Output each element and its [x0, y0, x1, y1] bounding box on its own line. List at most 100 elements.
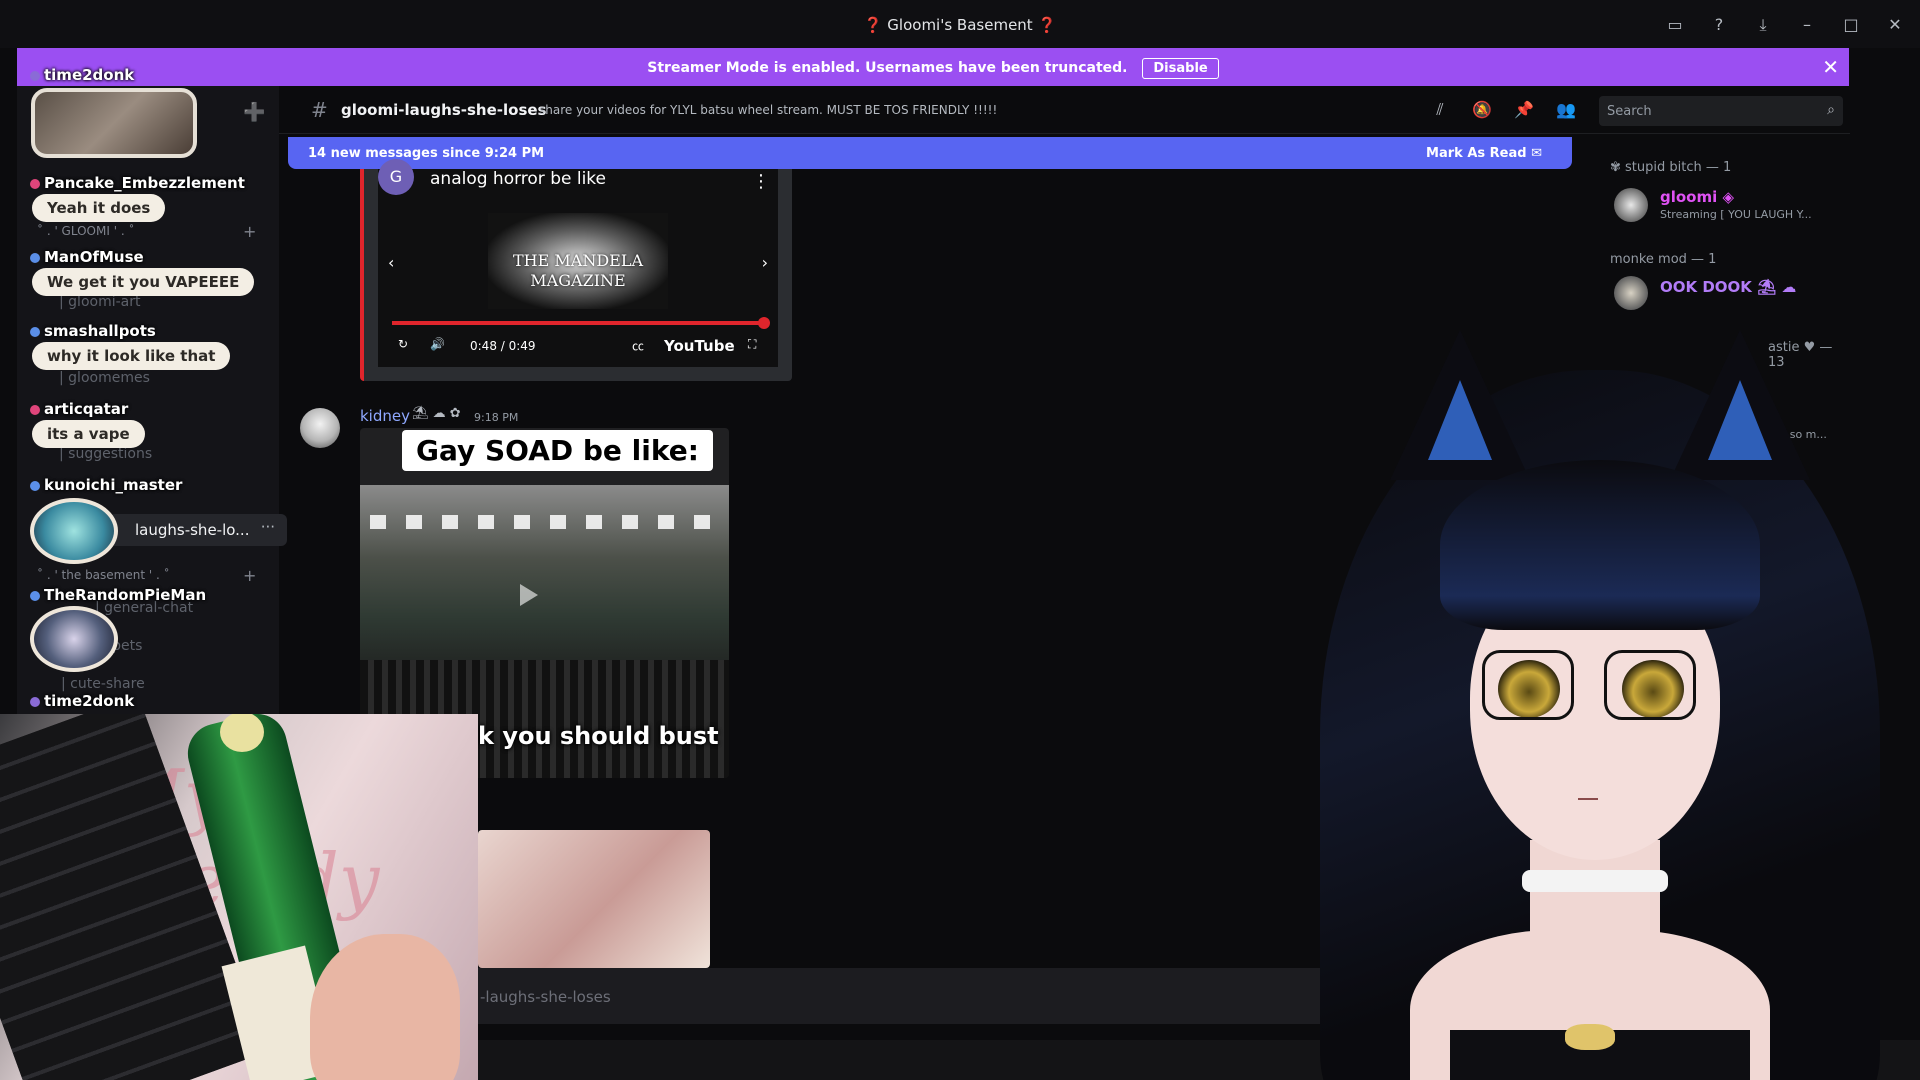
channel-header: # gloomi-laughs-she-loses share your vid…: [279, 86, 1850, 134]
maximize-icon[interactable]: □: [1840, 14, 1862, 36]
channel-cute-share[interactable]: | cute-share: [61, 676, 145, 692]
member-list-icon[interactable]: 👥: [1555, 99, 1577, 121]
channel-gloomemes[interactable]: | gloomemes: [59, 370, 150, 386]
glasses-left: [1482, 650, 1574, 720]
search-placeholder: Search: [1607, 104, 1652, 119]
app-root: ❓ Gloomi's Basement ❓ ▭ ? ⤓ – □ ✕ Stream…: [0, 0, 1920, 1080]
channel-topic[interactable]: share your videos for YLYL batsu wheel s…: [539, 103, 997, 117]
chat-user: smashallpots: [30, 322, 156, 340]
message-timestamp: 9:18 PM: [474, 411, 519, 424]
mouth: [1578, 792, 1598, 800]
titlebar-controls: ▭ ? ⤓ – □ ✕: [1664, 14, 1906, 36]
chat-badge-icon: [30, 179, 40, 189]
window-title: ❓ Gloomi's Basement ❓: [863, 16, 1057, 34]
hashtag-icon: #: [311, 98, 328, 122]
header-toolbar: ⫽ 🔕 📌 👥: [1429, 99, 1577, 121]
invite-icon[interactable]: ➕: [243, 102, 265, 123]
server-banner: [31, 88, 197, 158]
choker: [1522, 870, 1668, 892]
help-icon[interactable]: ?: [1708, 14, 1730, 36]
replay-icon[interactable]: ↻: [398, 337, 408, 351]
member-status: Streaming [ YOU LAUGH Y...: [1660, 208, 1812, 221]
chat-bubble: We get it you VAPEEEE: [32, 268, 255, 296]
disable-streamer-mode-button[interactable]: Disable: [1142, 58, 1219, 79]
mark-read-icon: ✉: [1531, 146, 1542, 161]
search-input[interactable]: Search ⌕: [1599, 96, 1843, 126]
minimize-icon[interactable]: –: [1796, 14, 1818, 36]
chat-badge-icon: [30, 591, 40, 601]
chat-user: Pancake_Embezzlement: [30, 174, 245, 192]
member-name[interactable]: OOK DOOK ⛱ ☁: [1660, 278, 1796, 296]
create-channel-icon-2[interactable]: +: [243, 566, 256, 585]
cat-ear-inner-right: [1708, 380, 1772, 460]
inbox-icon[interactable]: ▭: [1664, 14, 1686, 36]
video-time: 0:48 / 0:49: [470, 339, 536, 353]
category-basement[interactable]: ˚ . ' the basement ' . ˚: [37, 568, 170, 582]
bow: [1565, 1024, 1615, 1050]
new-messages-text: 14 new messages since 9:24 PM: [308, 146, 545, 161]
chat-user: time2donk: [30, 692, 134, 710]
member-avatar[interactable]: [1614, 276, 1648, 310]
chat-bubble: why it look like that: [32, 342, 231, 370]
create-channel-icon[interactable]: +: [243, 222, 256, 241]
streamer-mode-banner: Streamer Mode is enabled. Usernames have…: [17, 48, 1849, 86]
new-messages-bar[interactable]: 14 new messages since 9:24 PM Mark As Re…: [288, 137, 1572, 169]
channel-active[interactable]: laughs-she-lo... ···: [109, 514, 287, 546]
video-overlay-title: THE MANDELA MAGAZINE: [512, 251, 643, 290]
image-attachment[interactable]: [478, 830, 710, 968]
member-name[interactable]: gloomi ◈: [1660, 188, 1734, 206]
chat-badge-icon: [30, 71, 40, 81]
threads-icon[interactable]: ⫽: [1429, 99, 1451, 121]
chat-avatar: [30, 498, 118, 564]
cat-ear-inner-left: [1428, 380, 1492, 460]
youtube-logo[interactable]: YouTube: [664, 337, 735, 355]
bangs: [1440, 460, 1760, 630]
category-gloomi[interactable]: ˚ . ' GLOOMI ' . ˚: [37, 224, 134, 238]
nitro-gem-icon: ◈: [1722, 188, 1735, 206]
youtube-embed: THE MANDELA MAGAZINE ‹ › ↻ 🔊 0:48 / 0:49…: [360, 159, 792, 381]
chat-avatar: [30, 606, 118, 672]
author-badges-icon: ⛱ ☁ ✿: [412, 406, 461, 421]
chat-user: time2donk: [30, 66, 134, 84]
mark-as-read-button[interactable]: Mark As Read ✉: [1426, 146, 1542, 161]
captions-icon[interactable]: ㏄: [632, 337, 644, 354]
search-icon: ⌕: [1827, 102, 1835, 118]
banner-message: Streamer Mode is enabled. Usernames have…: [647, 60, 1128, 76]
notifications-muted-icon[interactable]: 🔕: [1471, 99, 1493, 121]
member-group-title: ✾ stupid bitch — 1: [1610, 160, 1732, 175]
chat-badge-icon: [30, 253, 40, 263]
video-player[interactable]: THE MANDELA MAGAZINE ‹ › ↻ 🔊 0:48 / 0:49…: [378, 169, 778, 367]
vtuber-avatar: [1260, 330, 1920, 1080]
video-channel-avatar[interactable]: G: [378, 159, 414, 195]
channel-gloomi-art[interactable]: | gloomi-art: [59, 294, 140, 310]
member-avatar[interactable]: [1614, 188, 1648, 222]
fullscreen-icon[interactable]: ⛶: [748, 337, 756, 352]
video-title[interactable]: analog horror be like: [430, 169, 606, 189]
download-icon[interactable]: ⤓: [1752, 14, 1774, 36]
video-progress-knob[interactable]: [758, 317, 770, 329]
glasses-right: [1604, 650, 1696, 720]
role-icon: ✾: [1610, 160, 1626, 175]
chat-user: kunoichi_master: [30, 476, 182, 494]
message-author[interactable]: kidney: [360, 407, 410, 425]
channel-more-icon[interactable]: ···: [261, 518, 275, 536]
chat-badge-icon: [30, 697, 40, 707]
active-channel-label: laughs-she-lo...: [135, 521, 250, 539]
previous-icon[interactable]: ‹: [388, 253, 394, 272]
member-group-title: monke mod — 1: [1610, 252, 1717, 267]
video-more-icon[interactable]: ⋮: [752, 171, 770, 192]
chat-badge-icon: [30, 481, 40, 491]
play-icon[interactable]: [520, 584, 538, 606]
channel-suggestions[interactable]: | suggestions: [59, 446, 152, 462]
banner-message-row: Streamer Mode is enabled. Usernames have…: [17, 58, 1849, 79]
chat-badge-icon: [30, 405, 40, 415]
chat-user: TheRandomPieMan: [30, 586, 206, 604]
volume-icon[interactable]: 🔊: [430, 337, 445, 351]
member-badges-icon: ⛱ ☁: [1757, 278, 1797, 296]
next-icon[interactable]: ›: [762, 253, 768, 272]
video-progress-bar[interactable]: [392, 321, 764, 325]
close-icon[interactable]: ✕: [1884, 14, 1906, 36]
banner-close-icon[interactable]: ✕: [1822, 55, 1839, 79]
pin-icon[interactable]: 📌: [1513, 99, 1535, 121]
message-avatar[interactable]: [300, 408, 340, 448]
